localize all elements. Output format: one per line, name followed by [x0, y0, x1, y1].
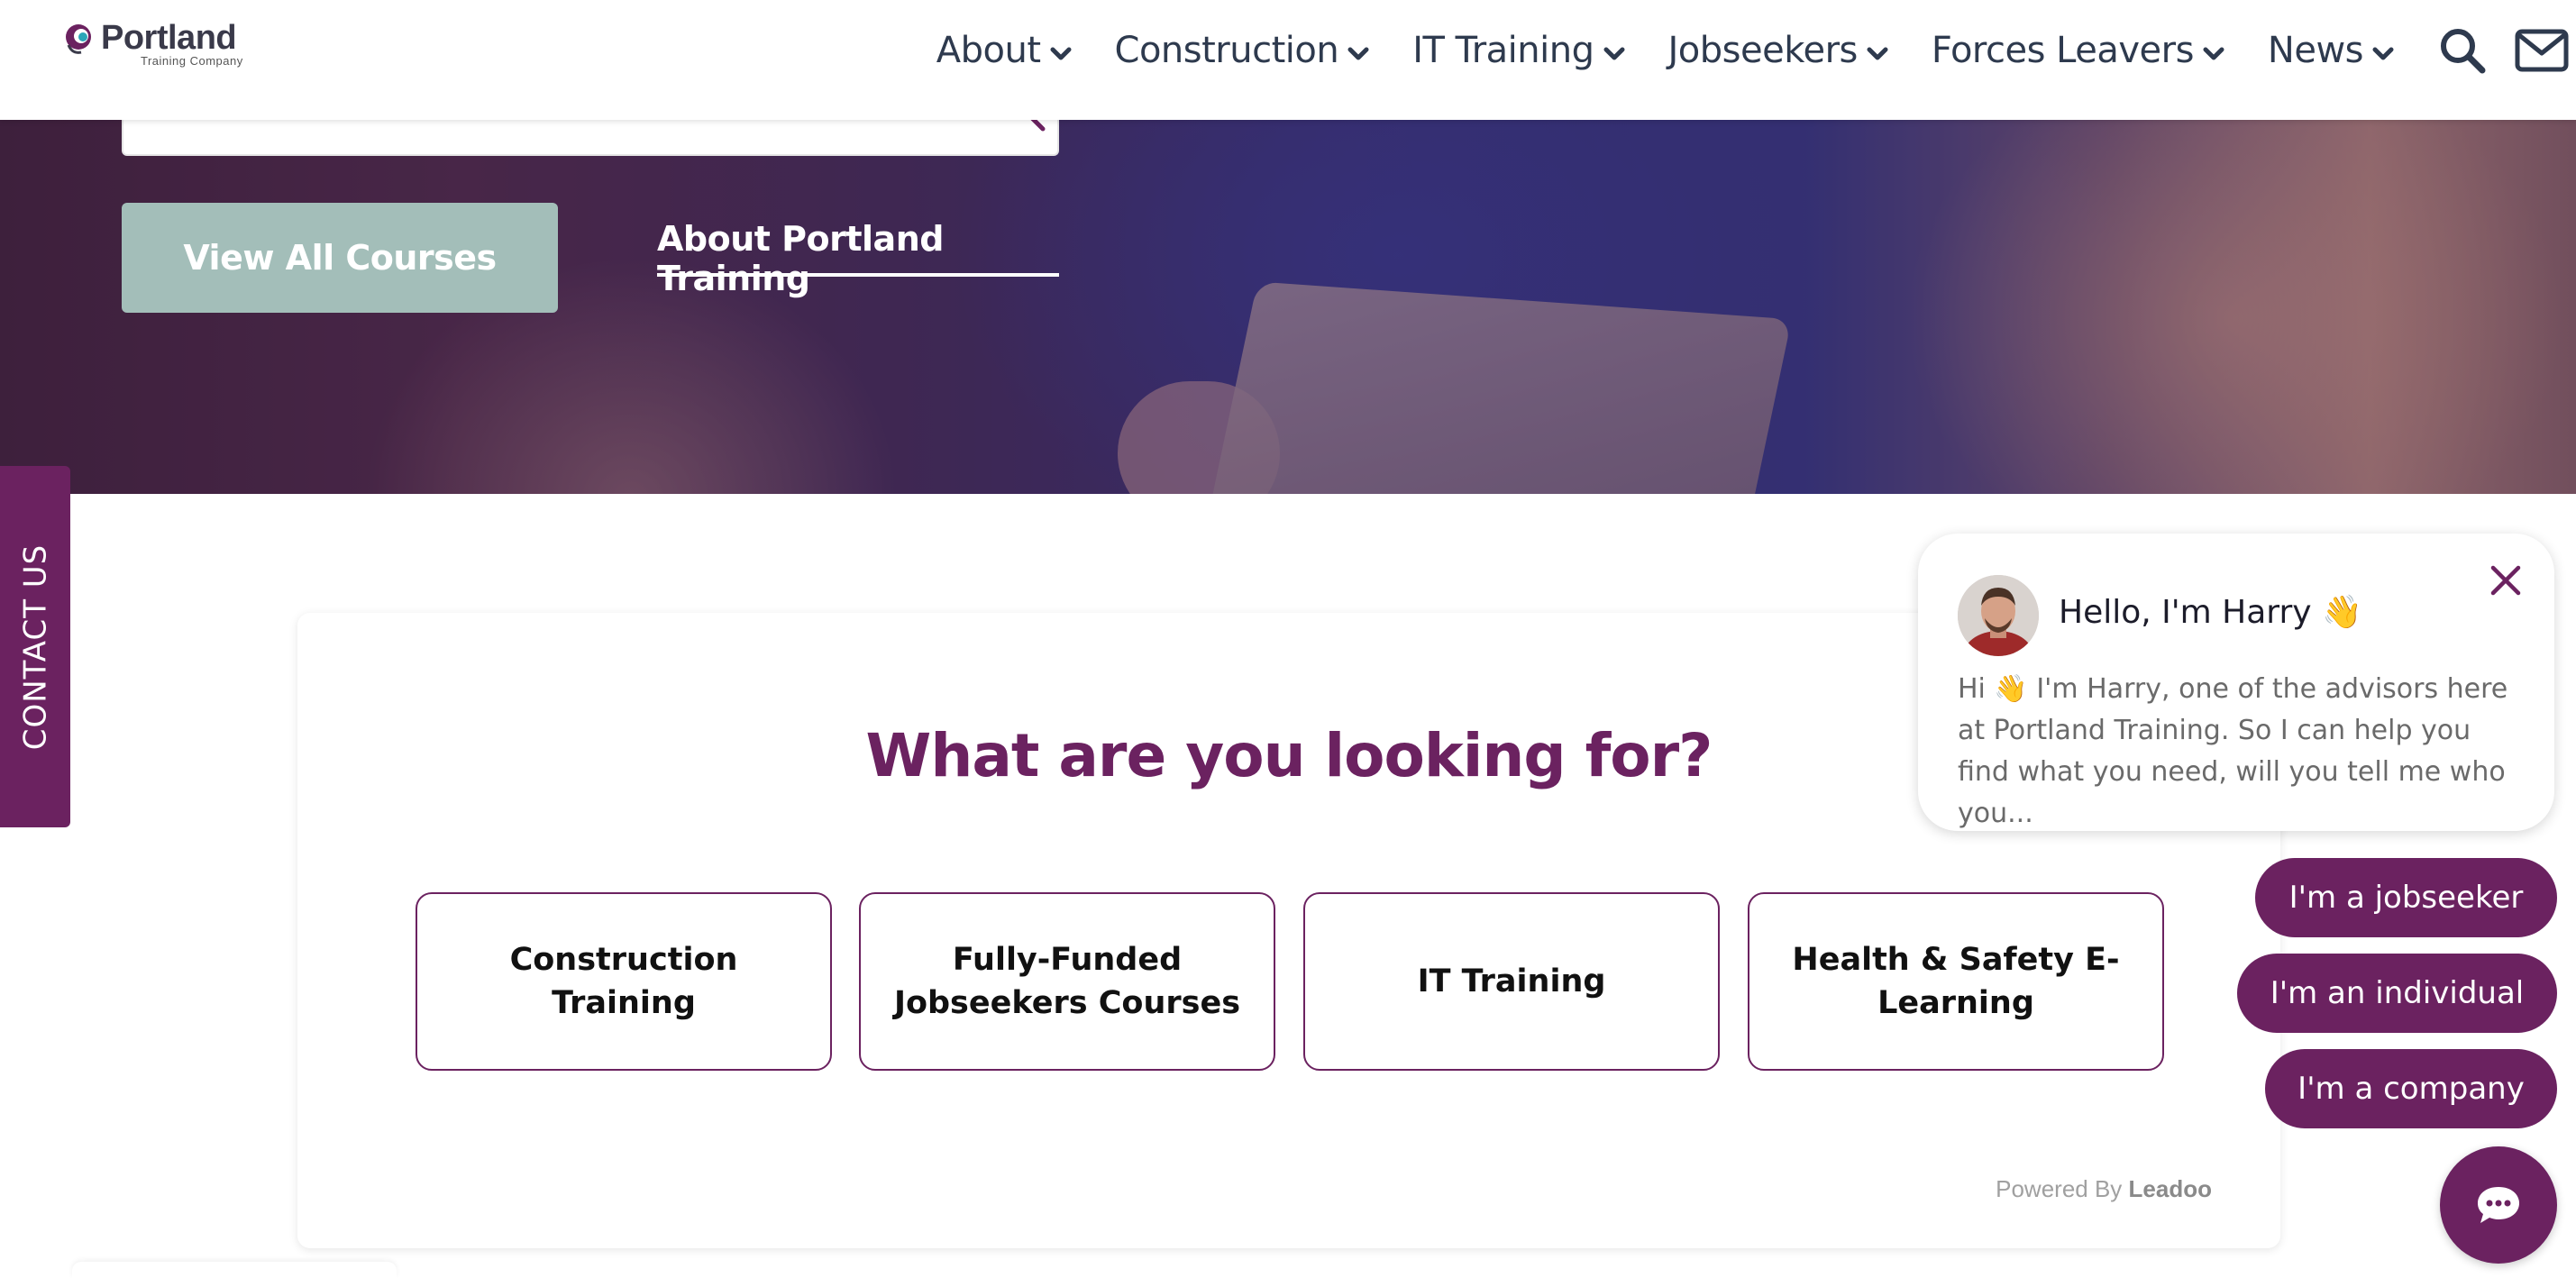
- nav-news-label: News: [2267, 30, 2364, 71]
- cookie-banner-edge: [72, 1262, 397, 1278]
- chevron-down-icon: [2372, 47, 2394, 60]
- search-icon: [2441, 29, 2486, 74]
- about-portland-training-link[interactable]: About Portland Training: [657, 219, 1059, 298]
- powered-by-brand[interactable]: Leadoo: [2129, 1175, 2212, 1202]
- chevron-down-icon: [1050, 47, 1072, 60]
- course-search-input[interactable]: [122, 120, 1059, 156]
- advisor-avatar: [1958, 575, 2039, 656]
- option-it-training[interactable]: IT Training: [1303, 892, 1720, 1071]
- nav-construction-label: Construction: [1114, 30, 1339, 71]
- chevron-down-icon: [1603, 47, 1624, 60]
- nav-it-training-label: IT Training: [1412, 30, 1594, 71]
- nav-construction[interactable]: Construction: [1115, 30, 1372, 71]
- advisor-photo: [1958, 575, 2039, 656]
- option-health-safety[interactable]: Health & Safety E-Learning: [1748, 892, 2164, 1071]
- chat-launcher-button[interactable]: [2440, 1146, 2557, 1264]
- powered-by: Powered By Leadoo: [1996, 1175, 2212, 1203]
- contact-us-tab[interactable]: CONTACT US: [0, 466, 70, 827]
- nav-forces-leavers-label: Forces Leavers: [1931, 30, 2195, 71]
- powered-by-prefix: Powered By: [1996, 1175, 2123, 1202]
- chevron-down-icon: [1867, 47, 1888, 60]
- nav-jobseekers-label: Jobseekers: [1667, 30, 1859, 71]
- chevron-down-icon: [1347, 47, 1369, 60]
- nav-forces-leavers[interactable]: Forces Leavers: [1932, 30, 2226, 71]
- logo-subtitle: Training Company: [141, 54, 243, 68]
- hero-banner: View All Courses About Portland Training: [0, 120, 2576, 494]
- contact-us-label: CONTACT US: [17, 543, 54, 750]
- option-construction-training[interactable]: Construction Training: [416, 892, 832, 1071]
- logo-name: Portland: [101, 19, 237, 57]
- portland-logo[interactable]: Portland Training Company: [63, 20, 243, 68]
- chevron-down-icon: [2203, 47, 2224, 60]
- page: Portland Training Company About Construc…: [0, 0, 2576, 1278]
- nav-it-training[interactable]: IT Training: [1412, 30, 1626, 71]
- nav-jobseekers[interactable]: Jobseekers: [1668, 30, 1890, 71]
- option-jobseekers-courses[interactable]: Fully-Funded Jobseekers Courses: [859, 892, 1275, 1071]
- chat-greeting-title: Hello, I'm Harry 👋: [2059, 594, 2362, 631]
- nav-news[interactable]: News: [2268, 30, 2396, 71]
- search-button[interactable]: [2437, 25, 2488, 76]
- contact-email-button[interactable]: [2515, 25, 2569, 76]
- chat-option-jobseeker[interactable]: I'm a jobseeker: [2255, 858, 2557, 937]
- nav-about[interactable]: About: [936, 30, 1073, 71]
- view-all-courses-button[interactable]: View All Courses: [122, 203, 558, 313]
- logo-mark-icon: [66, 24, 91, 54]
- nav-about-label: About: [936, 30, 1041, 71]
- chat-option-company[interactable]: I'm a company: [2265, 1049, 2557, 1128]
- site-header: Portland Training Company About Construc…: [0, 0, 2576, 120]
- chat-bubble-icon: [2478, 1187, 2519, 1223]
- close-icon[interactable]: [2486, 561, 2526, 600]
- main-nav: About Construction IT Training Jobseeker…: [936, 0, 2576, 101]
- chat-greeting-bubble[interactable]: Hello, I'm Harry 👋 Hi 👋 I'm Harry, one o…: [1918, 534, 2554, 831]
- search-icon: [1030, 120, 1046, 132]
- chat-message: Hi 👋 I'm Harry, one of the advisors here…: [1958, 673, 2508, 829]
- chat-option-individual[interactable]: I'm an individual: [2237, 954, 2557, 1033]
- mail-icon: [2515, 29, 2569, 72]
